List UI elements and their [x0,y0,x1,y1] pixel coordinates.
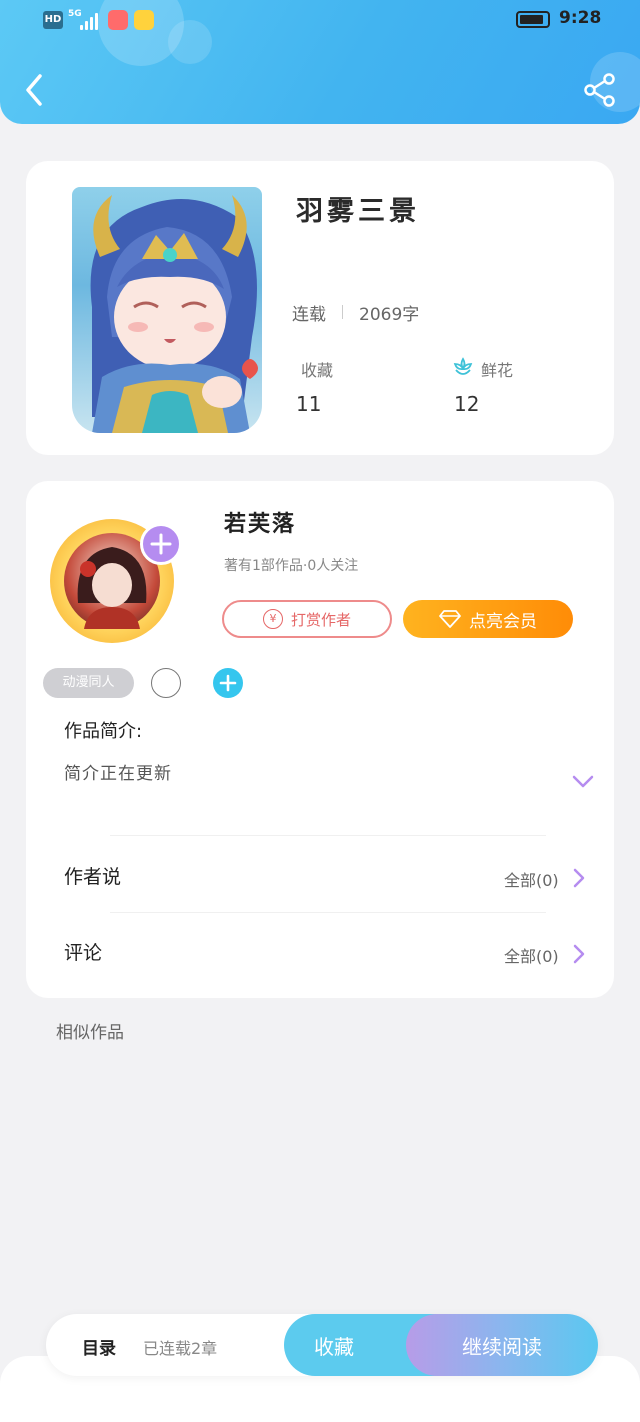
vip-label: 点亮会员 [469,611,537,632]
author-info-card: 若芙落 著有1部作品·0人关注 ¥ 打赏作者 点亮会员 动漫同人 作品简介: 简… [26,481,614,998]
tag-chip[interactable]: 动漫同人 [43,668,134,698]
divider [110,912,546,913]
cover-illustration [90,195,258,433]
book-word-count: 2069字 [359,304,420,325]
book-cover-image[interactable] [72,187,262,433]
yuan-coin-icon: ¥ [262,609,283,629]
follow-author-button[interactable] [140,523,182,565]
intro-text: 简介正在更新 [64,764,172,784]
back-button[interactable] [18,70,52,110]
notification-app-icon [108,10,128,30]
chevron-left-icon [26,74,42,106]
author-stats: 著有1部作品·0人关注 [224,558,359,574]
continue-reading-button[interactable]: 继续阅读 [406,1314,598,1376]
book-title: 羽雾三景 [296,196,420,227]
similar-works-title: 相似作品 [56,1023,124,1043]
comments-label[interactable]: 评论 [64,938,102,965]
tip-author-button[interactable]: ¥ 打赏作者 [222,600,392,638]
flowers-count: 12 [454,392,480,416]
toc-button[interactable]: 目录 [82,1334,116,1359]
intro-title: 作品简介: [64,721,143,742]
meta-divider [342,305,343,319]
diamond-icon [439,610,461,628]
flower-icon [453,357,473,375]
divider [110,835,546,836]
empty-tag-slot[interactable] [151,668,181,698]
comments-all-link[interactable]: 全部(0) [504,943,559,967]
author-name[interactable]: 若芙落 [224,506,296,538]
author-says-all-link[interactable]: 全部(0) [504,867,559,891]
battery-icon [516,11,550,28]
book-status: 连载 [292,304,326,325]
chevron-right-icon[interactable] [572,867,586,889]
book-meta: 连载 2069字 [292,301,420,325]
continue-reading-label: 继续阅读 [462,1334,542,1359]
flowers-label: 鲜花 [481,361,514,380]
bottom-action-bar: 目录 已连载2章 收藏 继续阅读 [46,1314,598,1376]
share-button[interactable] [580,72,620,108]
plus-icon [219,674,237,692]
header: HD 5G 9:28 [0,0,640,124]
notification-app-icon [134,10,154,30]
chevron-right-icon[interactable] [572,943,586,965]
hd-network-icon: HD [43,11,63,29]
favorites-label: 收藏 [301,361,334,380]
status-time: 9:28 [559,8,602,28]
author-says-label[interactable]: 作者说 [64,862,121,889]
plus-icon [150,533,172,555]
chapter-status: 已连载2章 [143,1339,218,1358]
chevron-down-icon[interactable] [572,774,594,790]
status-bar: HD 5G 9:28 [0,0,640,40]
tip-author-label: 打赏作者 [290,610,351,629]
signal-icon [80,10,102,30]
add-tag-button[interactable] [213,668,243,698]
share-icon [584,73,615,107]
favorites-count: 11 [296,392,322,416]
book-info-card: 羽雾三景 连载 2069字 收藏 11 鲜花 12 [26,161,614,455]
activate-vip-button[interactable]: 点亮会员 [403,600,573,638]
favorite-label: 收藏 [314,1334,354,1359]
